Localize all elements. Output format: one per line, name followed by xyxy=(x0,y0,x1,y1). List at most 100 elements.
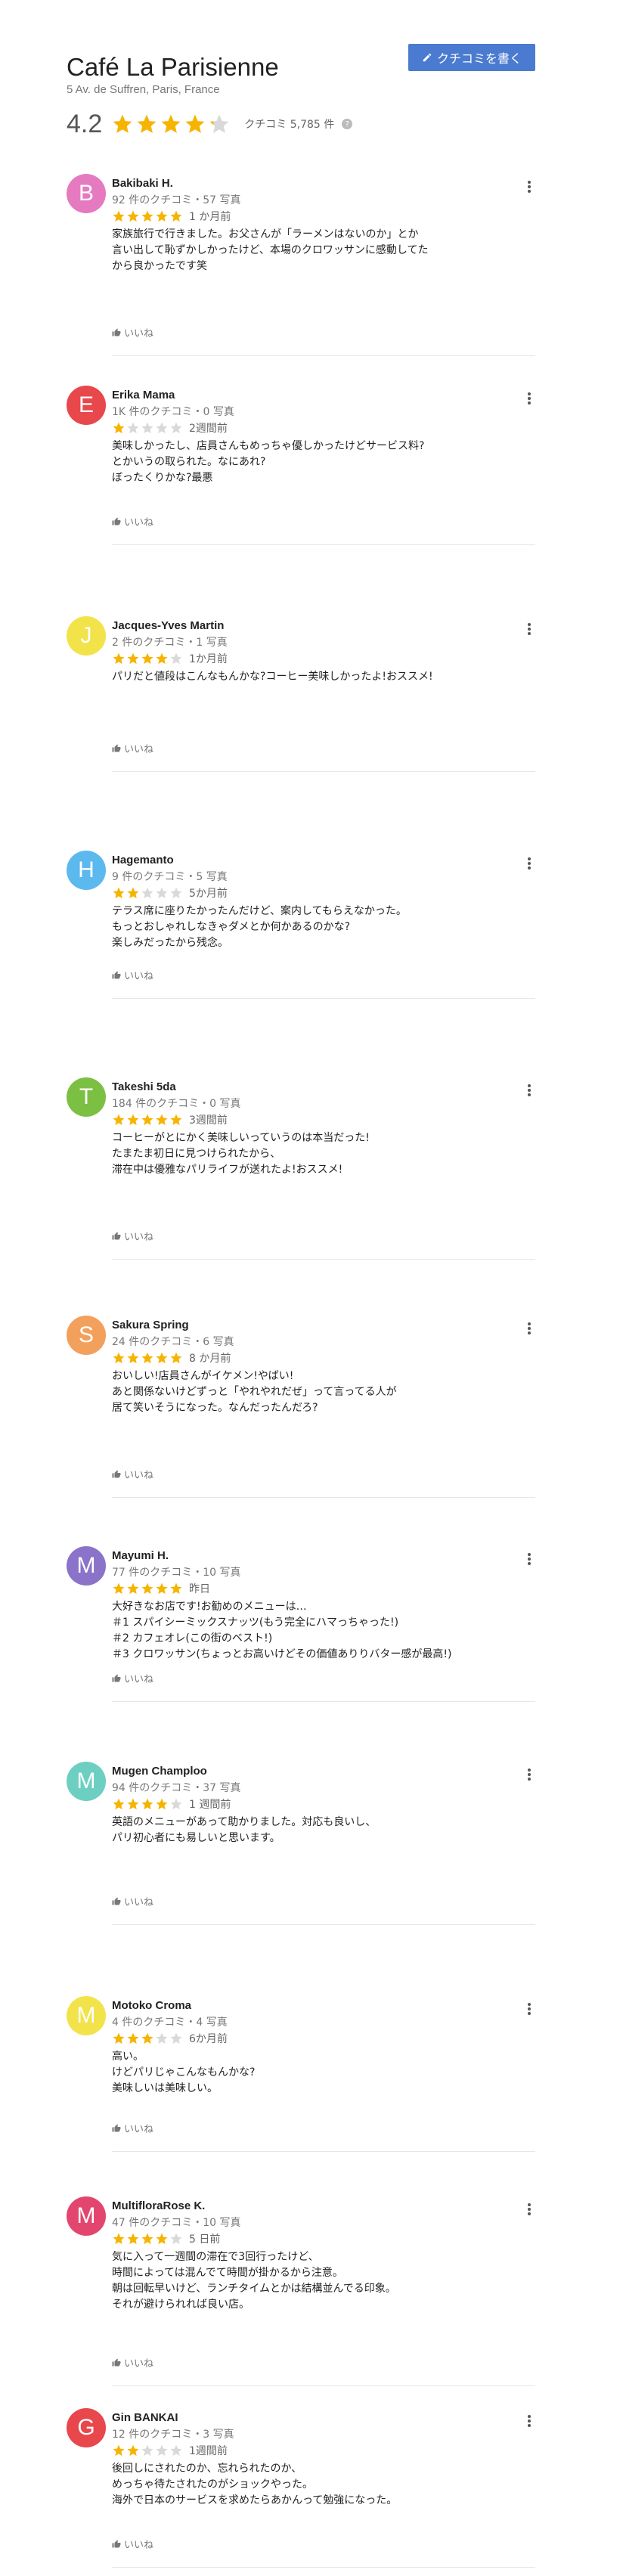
place-name: Café La Parisienne xyxy=(67,53,279,81)
divider xyxy=(112,771,535,772)
reviewer-name[interactable]: Hagemanto xyxy=(112,854,174,866)
divider xyxy=(112,998,535,999)
review-stars xyxy=(112,2032,183,2045)
review-stars xyxy=(112,2232,183,2246)
like-button[interactable]: いいね xyxy=(112,2355,153,2370)
review-text: 大好きなお店です!お勧めのメニューは… ＃1 スパイシーミックスナッツ(もう完全… xyxy=(112,1601,452,1660)
review-text: おいしい!店員さんがイケメン!やばい! あと関係ないけどずっと「やれやれだぜ」っ… xyxy=(112,1370,397,1414)
like-button[interactable]: いいね xyxy=(112,741,153,755)
reviewer-name[interactable]: MultifloraRose K. xyxy=(112,2199,205,2212)
star-icon xyxy=(170,1352,182,1364)
avatar[interactable]: G xyxy=(67,2408,106,2447)
thumbs-up-icon xyxy=(112,1470,121,1477)
review-rating: 5か月前 xyxy=(112,885,228,901)
divider xyxy=(112,1259,535,1260)
like-label: いいね xyxy=(124,2358,154,2370)
star-icon xyxy=(113,1582,125,1595)
write-review-button[interactable]: クチコミを書く xyxy=(408,44,535,71)
like-button[interactable]: いいね xyxy=(112,514,153,529)
like-label: いいね xyxy=(124,971,154,982)
star-icon xyxy=(127,1582,139,1595)
like-button[interactable]: いいね xyxy=(112,1671,153,1685)
review-stars xyxy=(112,886,183,900)
reviewer-name[interactable]: Bakibaki H. xyxy=(112,177,173,190)
reviewer-name[interactable]: Sakura Spring xyxy=(112,1319,189,1331)
star-icon xyxy=(156,1352,168,1364)
reviewer-name[interactable]: Motoko Croma xyxy=(112,1999,191,2012)
reviewer-name[interactable]: Mugen Champloo xyxy=(112,1765,207,1778)
review-time: 1か月前 xyxy=(189,653,228,665)
avatar[interactable]: M xyxy=(67,1546,106,1586)
star-icon xyxy=(127,422,139,434)
thumbs-up-icon xyxy=(112,2358,121,2366)
star-icon xyxy=(141,2032,153,2044)
review-stars xyxy=(112,1351,183,1365)
divider xyxy=(112,1924,535,1925)
star-icon xyxy=(113,114,132,133)
avatar[interactable]: S xyxy=(67,1316,106,1355)
star-icon xyxy=(170,1114,182,1126)
avatar[interactable]: M xyxy=(67,1762,106,1801)
rating-summary: 4.2 クチコミ 5,785 件 ? xyxy=(67,107,353,141)
star-icon xyxy=(113,887,125,899)
avatar[interactable]: B xyxy=(67,174,106,213)
review-text: コーヒーがとにかく美味しいっていうのは本当だった! たまたま初日に見つけられたか… xyxy=(112,1132,370,1176)
more-options-icon[interactable] xyxy=(523,178,535,195)
more-options-icon[interactable] xyxy=(523,390,535,407)
like-button[interactable]: いいね xyxy=(112,1894,153,1908)
star-icon xyxy=(113,1114,125,1126)
avatar[interactable]: E xyxy=(67,386,106,425)
like-label: いいね xyxy=(124,2540,154,2551)
reviewer-meta: 12 件のクチコミ・3 写真 xyxy=(112,2429,234,2441)
more-options-icon[interactable] xyxy=(523,2001,535,2017)
reviewer-name[interactable]: Mayumi H. xyxy=(112,1549,169,1562)
reviewer-name[interactable]: Gin BANKAI xyxy=(112,2411,178,2424)
avatar[interactable]: J xyxy=(67,616,106,656)
star-icon xyxy=(113,210,125,222)
avatar[interactable]: T xyxy=(67,1077,106,1117)
star-icon xyxy=(170,653,182,665)
review-rating: 昨日 xyxy=(112,1581,210,1596)
star-icon xyxy=(127,2032,139,2044)
reviewer-name[interactable]: Jacques-Yves Martin xyxy=(112,619,224,632)
review-text: 家族旅行で行きました。お父さんが「ラーメンはないのか」とか 言い出して恥ずかしか… xyxy=(112,228,429,272)
star-icon xyxy=(141,210,153,222)
more-options-icon[interactable] xyxy=(523,855,535,872)
star-icon xyxy=(141,422,153,434)
thumbs-up-icon xyxy=(112,744,121,752)
review-time: 5か月前 xyxy=(189,888,228,900)
pencil-icon xyxy=(423,53,432,62)
thumbs-up-icon xyxy=(112,1232,121,1239)
like-label: いいね xyxy=(124,1232,154,1243)
avatar[interactable]: M xyxy=(67,1996,106,2035)
more-options-icon[interactable] xyxy=(523,1766,535,1783)
review-text: 気に入って一週間の滞在で3回行ったけど、 時間によっては混んでて時間が掛かるから… xyxy=(112,2251,396,2311)
more-options-icon[interactable] xyxy=(523,2413,535,2429)
review-rating: 6か月前 xyxy=(112,2031,228,2046)
reviewer-name[interactable]: Erika Mama xyxy=(112,389,175,401)
more-options-icon[interactable] xyxy=(523,621,535,637)
like-button[interactable]: いいね xyxy=(112,968,153,982)
like-label: いいね xyxy=(124,2124,154,2135)
star-icon xyxy=(156,2032,168,2044)
avatar[interactable]: H xyxy=(67,851,106,890)
review-time: 昨日 xyxy=(189,1583,210,1595)
like-button[interactable]: いいね xyxy=(112,2537,153,2551)
like-button[interactable]: いいね xyxy=(112,1467,153,1481)
more-options-icon[interactable] xyxy=(523,1551,535,1567)
like-button[interactable]: いいね xyxy=(112,325,153,339)
star-icon xyxy=(113,2233,125,2245)
avatar[interactable]: M xyxy=(67,2196,106,2236)
more-options-icon[interactable] xyxy=(523,1320,535,1337)
reviewer-meta: 184 件のクチコミ・0 写真 xyxy=(112,1098,241,1110)
star-icon xyxy=(141,1352,153,1364)
like-button[interactable]: いいね xyxy=(112,2121,153,2135)
like-button[interactable]: いいね xyxy=(112,1229,153,1243)
info-icon[interactable]: ? xyxy=(342,119,353,129)
star-icon xyxy=(113,2032,125,2044)
reviewer-name[interactable]: Takeshi 5da xyxy=(112,1080,176,1093)
more-options-icon[interactable] xyxy=(523,2201,535,2218)
star-icon xyxy=(156,1114,168,1126)
more-options-icon[interactable] xyxy=(523,1082,535,1099)
star-icon xyxy=(156,422,168,434)
